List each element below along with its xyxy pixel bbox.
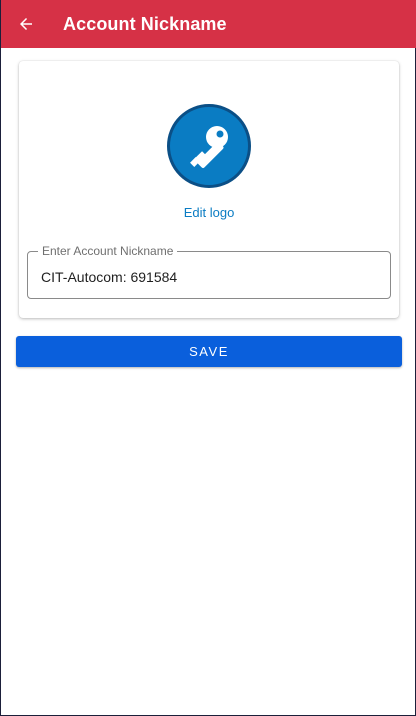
account-logo[interactable]	[167, 104, 251, 188]
nickname-input[interactable]	[41, 267, 371, 287]
nickname-field[interactable]: Enter Account Nickname	[27, 244, 391, 299]
page-title: Account Nickname	[63, 13, 227, 34]
arrow-left-icon	[20, 18, 32, 30]
app-bar: Account Nickname	[1, 0, 416, 48]
edit-logo-link[interactable]: Edit logo	[19, 205, 399, 220]
screen: Account Nickname Edit logo Enter Account…	[0, 0, 416, 716]
back-button[interactable]	[1, 0, 51, 48]
nickname-field-label: Enter Account Nickname	[38, 244, 178, 258]
account-card: Edit logo Enter Account Nickname	[19, 61, 399, 318]
save-button[interactable]: SAVE	[16, 336, 402, 367]
key-icon	[190, 126, 228, 168]
